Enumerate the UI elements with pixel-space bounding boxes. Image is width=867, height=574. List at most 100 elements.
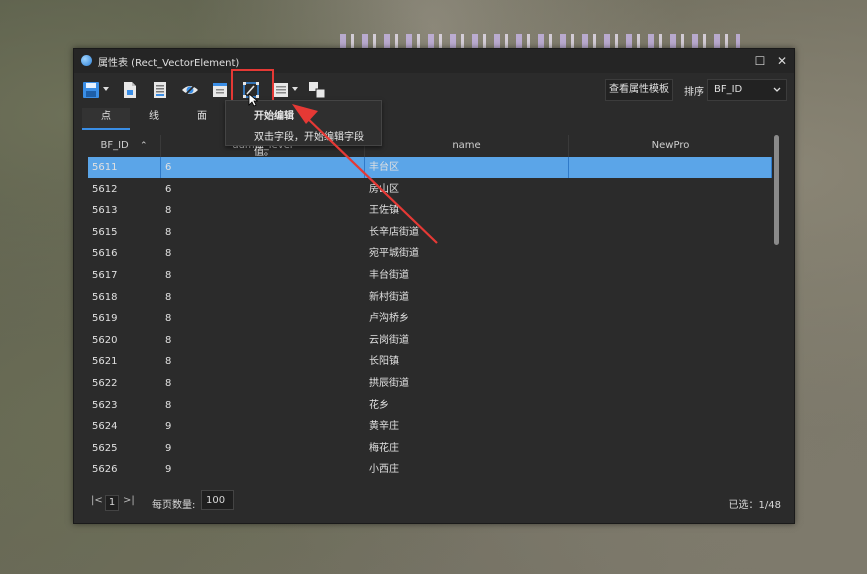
last-page-button[interactable]: >|	[123, 495, 135, 506]
table-row[interactable]: 5613 8 王佐镇	[88, 200, 772, 221]
per-page-input[interactable]: 100	[201, 490, 234, 510]
vertical-scrollbar[interactable]	[773, 135, 780, 483]
table-cell[interactable]: 9	[161, 416, 365, 437]
view-attribute-template-button[interactable]: 查看属性模板	[605, 79, 673, 101]
table-cell[interactable]	[569, 351, 772, 372]
sort-select[interactable]: BF_ID	[707, 79, 787, 101]
table-cell[interactable]: 5615	[88, 222, 161, 243]
table-cell[interactable]: 长阳镇	[365, 351, 569, 372]
table-cell[interactable]: 8	[161, 265, 365, 286]
table-cell[interactable]: 9	[161, 438, 365, 459]
table-cell[interactable]	[569, 222, 772, 243]
table-cell[interactable]: 新村街道	[365, 287, 569, 308]
tab-polygon[interactable]: 面	[178, 108, 226, 128]
table-cell[interactable]: 王佐镇	[365, 200, 569, 221]
title-bar[interactable]: 属性表 (Rect_VectorElement) ☐ ✕	[74, 49, 794, 73]
table-cell[interactable]	[569, 200, 772, 221]
table-cell[interactable]: 丰台区	[365, 157, 569, 178]
table-cell[interactable]	[569, 416, 772, 437]
table-cell[interactable]	[569, 373, 772, 394]
table-row[interactable]: 5612 6 房山区	[88, 179, 772, 200]
first-page-button[interactable]: |<	[91, 495, 103, 506]
table-row[interactable]: 5624 9 黄辛庄	[88, 416, 772, 437]
table-cell[interactable]: 小西庄	[365, 459, 569, 480]
table-cell[interactable]: 5622	[88, 373, 161, 394]
table-cell[interactable]: 5620	[88, 330, 161, 351]
column-header-newpro[interactable]: NewPro	[569, 135, 772, 157]
field-icon[interactable]	[272, 81, 290, 99]
table-cell[interactable]: 长辛店街道	[365, 222, 569, 243]
merge-icon[interactable]	[308, 81, 326, 99]
table-cell[interactable]	[569, 157, 772, 178]
table-cell[interactable]	[569, 308, 772, 329]
table-cell[interactable]: 8	[161, 243, 365, 264]
table-cell[interactable]: 5624	[88, 416, 161, 437]
table-row[interactable]: 5626 9 小西庄	[88, 459, 772, 480]
table-cell[interactable]	[569, 330, 772, 351]
table-cell[interactable]: 丰台街道	[365, 265, 569, 286]
table-cell[interactable]: 5613	[88, 200, 161, 221]
tab-point[interactable]: 点	[82, 108, 130, 130]
maximize-button[interactable]: ☐	[752, 53, 768, 69]
scrollbar-thumb[interactable]	[774, 135, 779, 245]
table-cell[interactable]: 8	[161, 395, 365, 416]
table-cell[interactable]: 9	[161, 459, 365, 480]
tab-line[interactable]: 线	[130, 108, 178, 128]
field-dropdown-caret[interactable]	[292, 87, 298, 91]
table-row[interactable]: 5623 8 花乡	[88, 395, 772, 416]
table-cell[interactable]: 5612	[88, 179, 161, 200]
table-cell[interactable]: 8	[161, 222, 365, 243]
table-cell[interactable]: 5619	[88, 308, 161, 329]
table-cell[interactable]	[569, 179, 772, 200]
table-row[interactable]: 5620 8 云岗街道	[88, 330, 772, 351]
export-icon[interactable]	[121, 81, 139, 99]
table-row[interactable]: 5621 8 长阳镇	[88, 351, 772, 372]
table-cell[interactable]	[569, 287, 772, 308]
table-row[interactable]: 5611 6 丰台区	[88, 157, 772, 178]
table-row[interactable]: 5622 8 拱辰街道	[88, 373, 772, 394]
table-cell[interactable]: 云岗街道	[365, 330, 569, 351]
table-cell[interactable]: 宛平城街道	[365, 243, 569, 264]
table-cell[interactable]: 卢沟桥乡	[365, 308, 569, 329]
table-cell[interactable]: 5621	[88, 351, 161, 372]
table-cell[interactable]: 5625	[88, 438, 161, 459]
table-cell[interactable]	[569, 243, 772, 264]
table-row[interactable]: 5615 8 长辛店街道	[88, 222, 772, 243]
table-cell[interactable]	[569, 265, 772, 286]
table-cell[interactable]: 梅花庄	[365, 438, 569, 459]
document-icon[interactable]	[151, 81, 169, 99]
table-cell[interactable]: 8	[161, 373, 365, 394]
table-cell[interactable]: 8	[161, 351, 365, 372]
table-cell[interactable]: 花乡	[365, 395, 569, 416]
table-cell[interactable]	[569, 395, 772, 416]
table-row[interactable]: 5625 9 梅花庄	[88, 438, 772, 459]
table-cell[interactable]: 8	[161, 200, 365, 221]
save-dropdown-caret[interactable]	[103, 87, 109, 91]
column-header-bf-id[interactable]: BF_ID ⌃	[88, 135, 161, 157]
table-cell[interactable]	[569, 438, 772, 459]
table-cell[interactable]: 5617	[88, 265, 161, 286]
table-cell[interactable]: 5616	[88, 243, 161, 264]
table-cell[interactable]: 8	[161, 287, 365, 308]
table-cell[interactable]: 拱辰街道	[365, 373, 569, 394]
table-cell[interactable]: 5611	[88, 157, 161, 178]
table-row[interactable]: 5617 8 丰台街道	[88, 265, 772, 286]
table-cell[interactable]: 8	[161, 308, 365, 329]
table-cell[interactable]: 5626	[88, 459, 161, 480]
table-cell[interactable]: 6	[161, 179, 365, 200]
column-header-name[interactable]: name	[365, 135, 569, 157]
filter-icon[interactable]	[211, 81, 229, 99]
table-row[interactable]: 5619 8 卢沟桥乡	[88, 308, 772, 329]
table-cell[interactable]	[569, 459, 772, 480]
page-number[interactable]: 1	[105, 495, 119, 511]
close-button[interactable]: ✕	[774, 53, 790, 69]
table-cell[interactable]: 6	[161, 157, 365, 178]
table-row[interactable]: 5618 8 新村街道	[88, 287, 772, 308]
table-cell[interactable]: 5618	[88, 287, 161, 308]
eye-icon[interactable]	[181, 81, 199, 99]
table-row[interactable]: 5616 8 宛平城街道	[88, 243, 772, 264]
table-cell[interactable]: 8	[161, 330, 365, 351]
save-icon[interactable]	[82, 81, 100, 99]
table-cell[interactable]: 房山区	[365, 179, 569, 200]
table-cell[interactable]: 黄辛庄	[365, 416, 569, 437]
